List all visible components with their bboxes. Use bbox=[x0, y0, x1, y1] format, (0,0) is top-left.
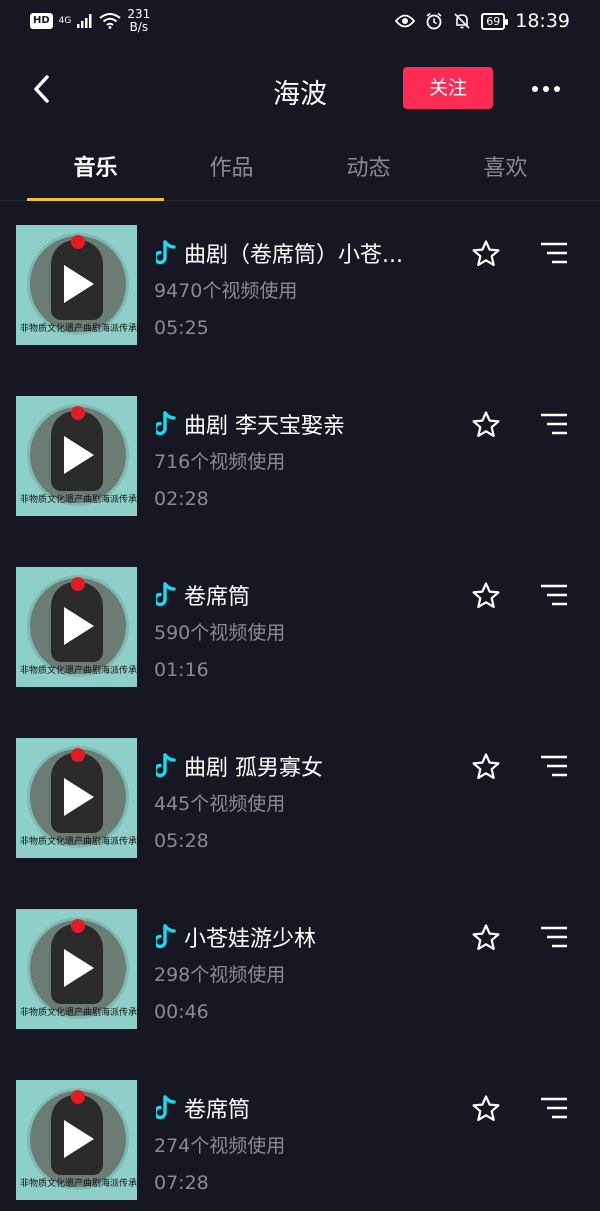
track-cover[interactable]: 非物质文化遗产曲剧海派传承人 bbox=[16, 909, 137, 1029]
music-note-icon bbox=[156, 582, 176, 607]
track-duration: 01:16 bbox=[154, 659, 209, 681]
track-title[interactable]: 曲剧 李天宝娶亲 bbox=[156, 408, 436, 440]
play-icon[interactable] bbox=[64, 607, 94, 645]
alarm-icon bbox=[426, 12, 442, 30]
cover-ornament bbox=[71, 577, 85, 591]
follow-button[interactable]: 关注 bbox=[403, 67, 493, 109]
profile-tabs: 音乐 作品 动态 喜欢 bbox=[0, 138, 600, 201]
clock: 18:39 bbox=[515, 10, 570, 32]
cover-ornament bbox=[71, 406, 85, 420]
speed-unit: B/s bbox=[129, 20, 149, 34]
dot bbox=[554, 86, 560, 92]
music-note-icon bbox=[156, 240, 176, 265]
track-title-text: 曲剧 李天宝娶亲 bbox=[184, 414, 345, 439]
wifi-icon bbox=[99, 13, 121, 29]
signal-icon bbox=[77, 14, 92, 28]
list-item[interactable]: 非物质文化遗产曲剧海派传承人 小苍娃游少林 298个视频使用 00:46 bbox=[0, 909, 600, 1031]
tab-likes[interactable]: 喜欢 bbox=[437, 150, 574, 182]
track-title-text: 曲剧（卷席筒）小苍... bbox=[184, 243, 403, 268]
tab-music[interactable]: 音乐 bbox=[27, 150, 164, 182]
tab-activity[interactable]: 动态 bbox=[300, 150, 437, 182]
cover-ornament bbox=[71, 748, 85, 762]
favorite-star-icon[interactable] bbox=[471, 923, 501, 953]
track-cover[interactable]: 非物质文化遗产曲剧海派传承人 bbox=[16, 738, 137, 858]
hd-badge: HD bbox=[30, 13, 53, 29]
track-title-text: 卷席筒 bbox=[184, 1098, 251, 1123]
active-tab-indicator bbox=[27, 198, 164, 201]
status-right: 69 18:39 bbox=[395, 10, 570, 32]
track-duration: 00:46 bbox=[154, 1001, 209, 1023]
music-note-icon bbox=[156, 753, 176, 778]
list-item[interactable]: 非物质文化遗产曲剧海派传承人 卷席筒 590个视频使用 01:16 bbox=[0, 567, 600, 689]
track-usage-count: 9470个视频使用 bbox=[154, 280, 298, 302]
track-title[interactable]: 卷席筒 bbox=[156, 1092, 436, 1124]
music-note-icon bbox=[156, 1095, 176, 1120]
play-icon[interactable] bbox=[64, 265, 94, 303]
cover-ornament bbox=[71, 1090, 85, 1104]
music-note-icon bbox=[156, 924, 176, 949]
playlist-menu-icon[interactable] bbox=[540, 754, 568, 778]
track-duration: 07:28 bbox=[154, 1172, 209, 1194]
tab-works[interactable]: 作品 bbox=[163, 150, 300, 182]
play-icon[interactable] bbox=[64, 949, 94, 987]
track-title[interactable]: 小苍娃游少林 bbox=[156, 921, 436, 953]
track-usage-count: 298个视频使用 bbox=[154, 964, 286, 986]
list-item[interactable]: 非物质文化遗产曲剧海派传承人 曲剧 孤男寡女 445个视频使用 05:28 bbox=[0, 738, 600, 860]
playlist-menu-icon[interactable] bbox=[540, 925, 568, 949]
cover-ring-text: 非物质文化遗产曲剧海派传承人 bbox=[20, 1008, 137, 1018]
track-duration: 02:28 bbox=[154, 488, 209, 510]
playlist-menu-icon[interactable] bbox=[540, 241, 568, 265]
playlist-menu-icon[interactable] bbox=[540, 412, 568, 436]
list-item[interactable]: 非物质文化遗产曲剧海派传承人 卷席筒 274个视频使用 07:28 bbox=[0, 1080, 600, 1202]
track-usage-count: 274个视频使用 bbox=[154, 1135, 286, 1157]
track-title[interactable]: 卷席筒 bbox=[156, 579, 436, 611]
track-title[interactable]: 曲剧（卷席筒）小苍... bbox=[156, 237, 436, 269]
cover-ornament bbox=[71, 235, 85, 249]
cover-ring-text: 非物质文化遗产曲剧海派传承人 bbox=[20, 324, 137, 334]
playlist-menu-icon[interactable] bbox=[540, 583, 568, 607]
cover-ornament bbox=[71, 919, 85, 933]
list-item[interactable]: 非物质文化遗产曲剧海派传承人 曲剧（卷席筒）小苍... 9470个视频使用 05… bbox=[0, 225, 600, 347]
page-title: 海波 bbox=[273, 79, 327, 110]
favorite-star-icon[interactable] bbox=[471, 410, 501, 440]
track-duration: 05:25 bbox=[154, 317, 209, 339]
favorite-star-icon[interactable] bbox=[471, 239, 501, 269]
cover-ring-text: 非物质文化遗产曲剧海派传承人 bbox=[20, 837, 137, 847]
cover-ring-text: 非物质文化遗产曲剧海派传承人 bbox=[20, 666, 137, 676]
track-title-text: 小苍娃游少林 bbox=[184, 927, 317, 952]
network-type: 4G bbox=[58, 16, 72, 26]
mute-bell-icon bbox=[454, 13, 470, 29]
battery-icon: 69 bbox=[481, 12, 509, 30]
cover-ring-text: 非物质文化遗产曲剧海派传承人 bbox=[20, 1179, 137, 1189]
track-cover[interactable]: 非物质文化遗产曲剧海派传承人 bbox=[16, 1080, 137, 1200]
list-item[interactable]: 非物质文化遗产曲剧海派传承人 曲剧 李天宝娶亲 716个视频使用 02:28 bbox=[0, 396, 600, 518]
eye-icon bbox=[395, 14, 416, 28]
status-bar: HD 4G 231 B/s 69 18:39 bbox=[0, 0, 600, 44]
favorite-star-icon[interactable] bbox=[471, 581, 501, 611]
cover-ring-text: 非物质文化遗产曲剧海派传承人 bbox=[20, 495, 137, 505]
music-note-icon bbox=[156, 411, 176, 436]
track-cover[interactable]: 非物质文化遗产曲剧海派传承人 bbox=[16, 567, 137, 687]
track-cover[interactable]: 非物质文化遗产曲剧海派传承人 bbox=[16, 225, 137, 345]
favorite-star-icon[interactable] bbox=[471, 752, 501, 782]
more-options-icon[interactable] bbox=[532, 86, 560, 92]
track-title-text: 卷席筒 bbox=[184, 585, 251, 610]
track-title-text: 曲剧 孤男寡女 bbox=[184, 756, 323, 781]
play-icon[interactable] bbox=[64, 436, 94, 474]
play-icon[interactable] bbox=[64, 778, 94, 816]
track-duration: 05:28 bbox=[154, 830, 209, 852]
favorite-star-icon[interactable] bbox=[471, 1094, 501, 1124]
net-speed: 231 B/s bbox=[127, 8, 150, 34]
top-nav: 海波 关注 bbox=[0, 60, 600, 118]
track-usage-count: 445个视频使用 bbox=[154, 793, 286, 815]
track-cover[interactable]: 非物质文化遗产曲剧海派传承人 bbox=[16, 396, 137, 516]
track-usage-count: 590个视频使用 bbox=[154, 622, 286, 644]
status-left: HD 4G 231 B/s bbox=[30, 8, 150, 34]
track-title[interactable]: 曲剧 孤男寡女 bbox=[156, 750, 436, 782]
playlist-menu-icon[interactable] bbox=[540, 1096, 568, 1120]
play-icon[interactable] bbox=[64, 1120, 94, 1158]
track-usage-count: 716个视频使用 bbox=[154, 451, 286, 473]
dot bbox=[532, 86, 538, 92]
dot bbox=[543, 86, 549, 92]
